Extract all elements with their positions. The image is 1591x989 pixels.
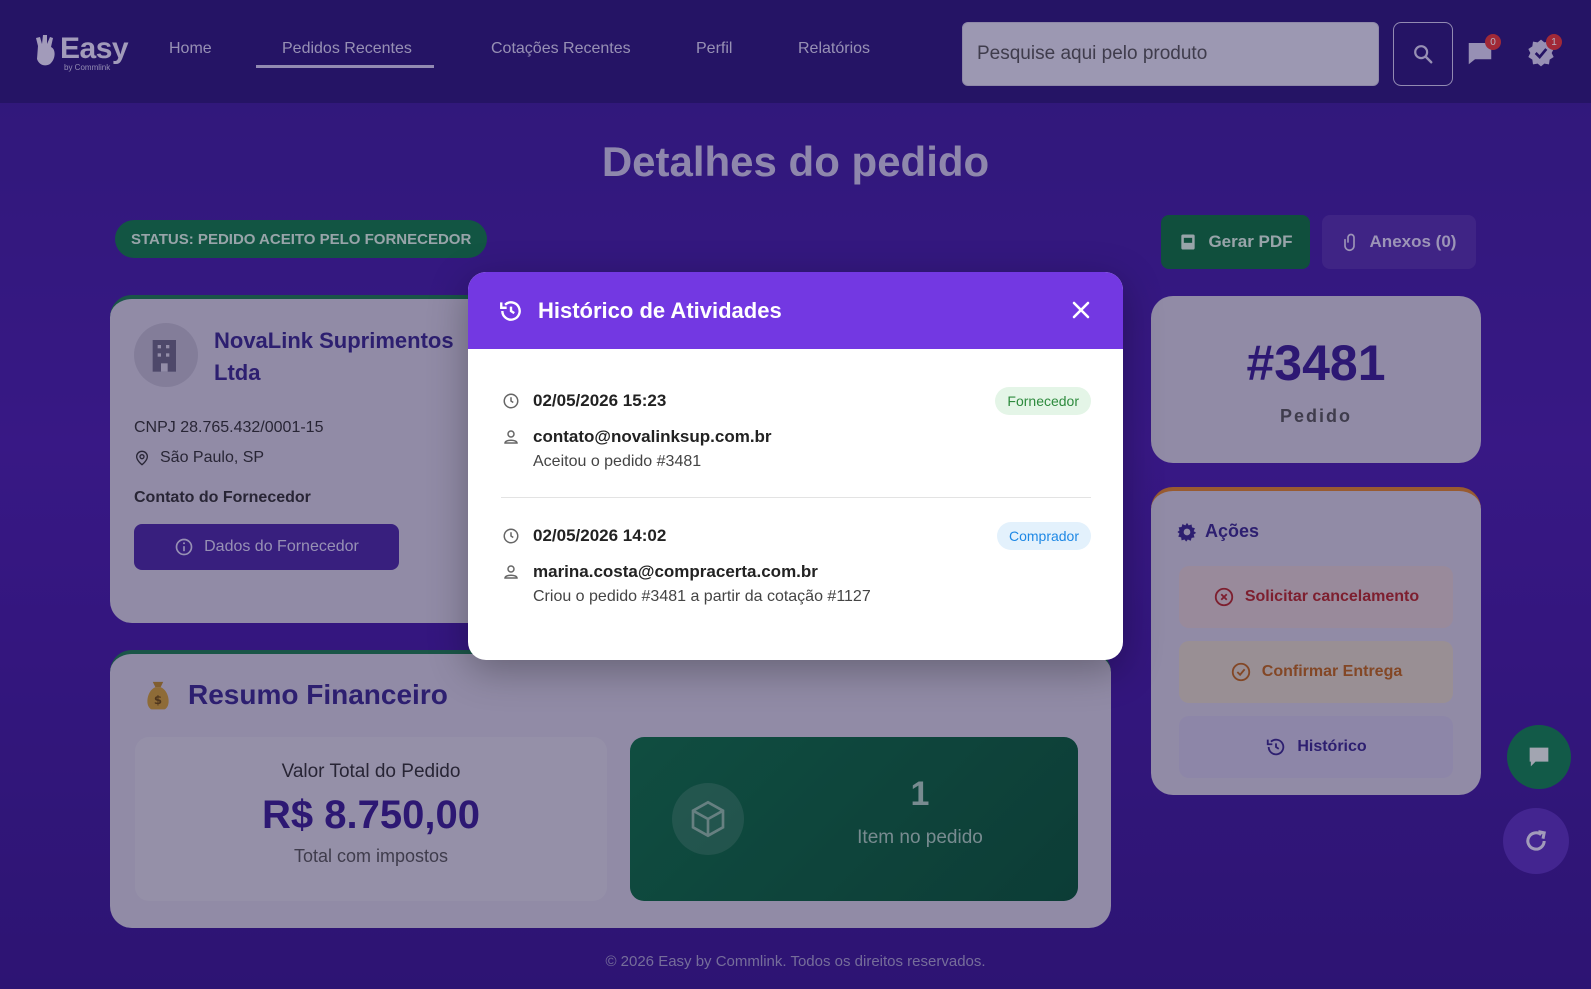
clock-icon	[501, 526, 521, 546]
modal-close-button[interactable]	[1069, 298, 1093, 322]
history-icon	[500, 300, 521, 321]
activity-description: Aceitou o pedido #3481	[533, 453, 702, 470]
activity-entry: 02/05/2026 14:02 Comprador marina.costa@…	[501, 522, 1091, 606]
user-icon	[501, 427, 521, 447]
activity-user-email: contato@novalinksup.com.br	[533, 427, 772, 446]
entry-divider	[501, 497, 1091, 498]
activity-user-email: marina.costa@compracerta.com.br	[533, 562, 818, 581]
role-badge: Comprador	[996, 522, 1091, 550]
user-icon	[501, 562, 521, 582]
clock-icon	[501, 391, 521, 411]
modal-header: Histórico de Atividades	[468, 272, 1123, 349]
modal-title: Histórico de Atividades	[538, 297, 782, 323]
activity-entry: 02/05/2026 15:23 Fornecedor contato@nova…	[501, 387, 1091, 471]
role-badge: Fornecedor	[995, 387, 1091, 415]
activity-date: 02/05/2026 14:02	[533, 526, 667, 545]
activity-history-modal: Histórico de Atividades 02/05/2026 15:23…	[468, 272, 1123, 660]
activity-date: 02/05/2026 15:23	[533, 391, 667, 410]
close-icon	[1072, 301, 1090, 319]
activity-description: Criou o pedido #3481 a partir da cotação…	[533, 588, 871, 605]
